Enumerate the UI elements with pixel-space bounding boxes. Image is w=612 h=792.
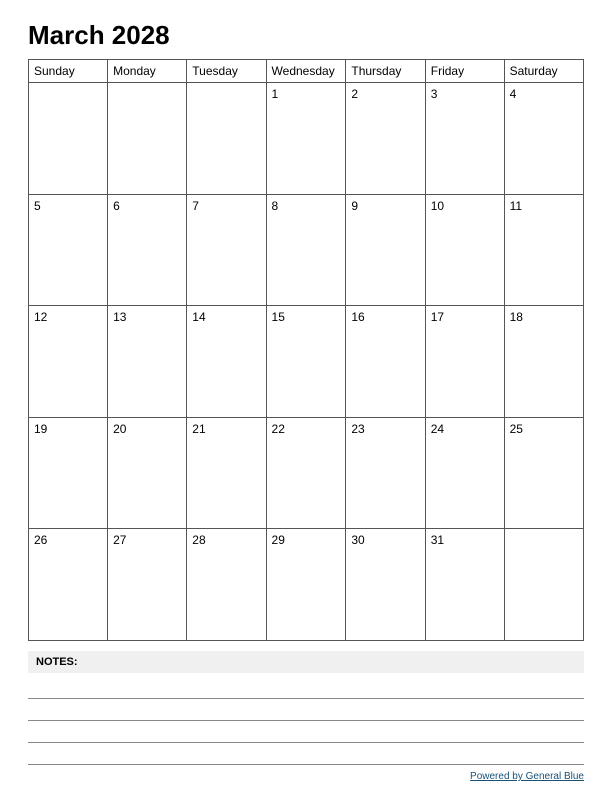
calendar-week-row: 12131415161718 xyxy=(29,306,584,418)
calendar-cell: 24 xyxy=(425,417,504,529)
calendar-cell: 17 xyxy=(425,306,504,418)
day-header-wednesday: Wednesday xyxy=(266,60,346,83)
day-header-saturday: Saturday xyxy=(504,60,583,83)
calendar-week-row: 1234 xyxy=(29,83,584,195)
calendar-cell: 9 xyxy=(346,194,425,306)
calendar-cell: 7 xyxy=(187,194,266,306)
calendar-cell: 13 xyxy=(108,306,187,418)
calendar-cell: 30 xyxy=(346,529,425,641)
calendar-cell: 15 xyxy=(266,306,346,418)
calendar-week-row: 19202122232425 xyxy=(29,417,584,529)
calendar-cell: 23 xyxy=(346,417,425,529)
day-header-thursday: Thursday xyxy=(346,60,425,83)
calendar-cell: 4 xyxy=(504,83,583,195)
calendar-cell: 31 xyxy=(425,529,504,641)
calendar-cell xyxy=(504,529,583,641)
day-header-sunday: Sunday xyxy=(29,60,108,83)
calendar-cell: 2 xyxy=(346,83,425,195)
notes-line-4 xyxy=(28,743,584,765)
notes-lines xyxy=(28,677,584,765)
calendar-cell: 14 xyxy=(187,306,266,418)
calendar-cell: 21 xyxy=(187,417,266,529)
calendar-header-row: SundayMondayTuesdayWednesdayThursdayFrid… xyxy=(29,60,584,83)
calendar-cell: 1 xyxy=(266,83,346,195)
calendar-cell: 11 xyxy=(504,194,583,306)
calendar-cell: 12 xyxy=(29,306,108,418)
calendar-cell: 10 xyxy=(425,194,504,306)
notes-label: NOTES: xyxy=(28,651,584,673)
footer: Powered by General Blue xyxy=(28,771,584,782)
calendar-cell: 3 xyxy=(425,83,504,195)
day-header-monday: Monday xyxy=(108,60,187,83)
calendar-cell: 29 xyxy=(266,529,346,641)
notes-line-3 xyxy=(28,721,584,743)
calendar-cell: 6 xyxy=(108,194,187,306)
calendar-table: SundayMondayTuesdayWednesdayThursdayFrid… xyxy=(28,59,584,641)
calendar-cell: 20 xyxy=(108,417,187,529)
notes-line-1 xyxy=(28,677,584,699)
calendar-cell xyxy=(187,83,266,195)
calendar-cell: 5 xyxy=(29,194,108,306)
calendar-cell: 19 xyxy=(29,417,108,529)
calendar-cell: 22 xyxy=(266,417,346,529)
calendar-cell: 16 xyxy=(346,306,425,418)
calendar-cell: 26 xyxy=(29,529,108,641)
day-header-friday: Friday xyxy=(425,60,504,83)
calendar-week-row: 262728293031 xyxy=(29,529,584,641)
calendar-cell: 25 xyxy=(504,417,583,529)
calendar-cell: 27 xyxy=(108,529,187,641)
day-header-tuesday: Tuesday xyxy=(187,60,266,83)
powered-by-link[interactable]: Powered by General Blue xyxy=(470,771,584,782)
calendar-cell xyxy=(29,83,108,195)
calendar-cell: 28 xyxy=(187,529,266,641)
notes-line-2 xyxy=(28,699,584,721)
calendar-cell: 18 xyxy=(504,306,583,418)
page: March 2028 SundayMondayTuesdayWednesdayT… xyxy=(0,0,612,792)
calendar-week-row: 567891011 xyxy=(29,194,584,306)
notes-section: NOTES: xyxy=(28,651,584,765)
calendar-title: March 2028 xyxy=(28,20,584,51)
calendar-cell xyxy=(108,83,187,195)
calendar-cell: 8 xyxy=(266,194,346,306)
